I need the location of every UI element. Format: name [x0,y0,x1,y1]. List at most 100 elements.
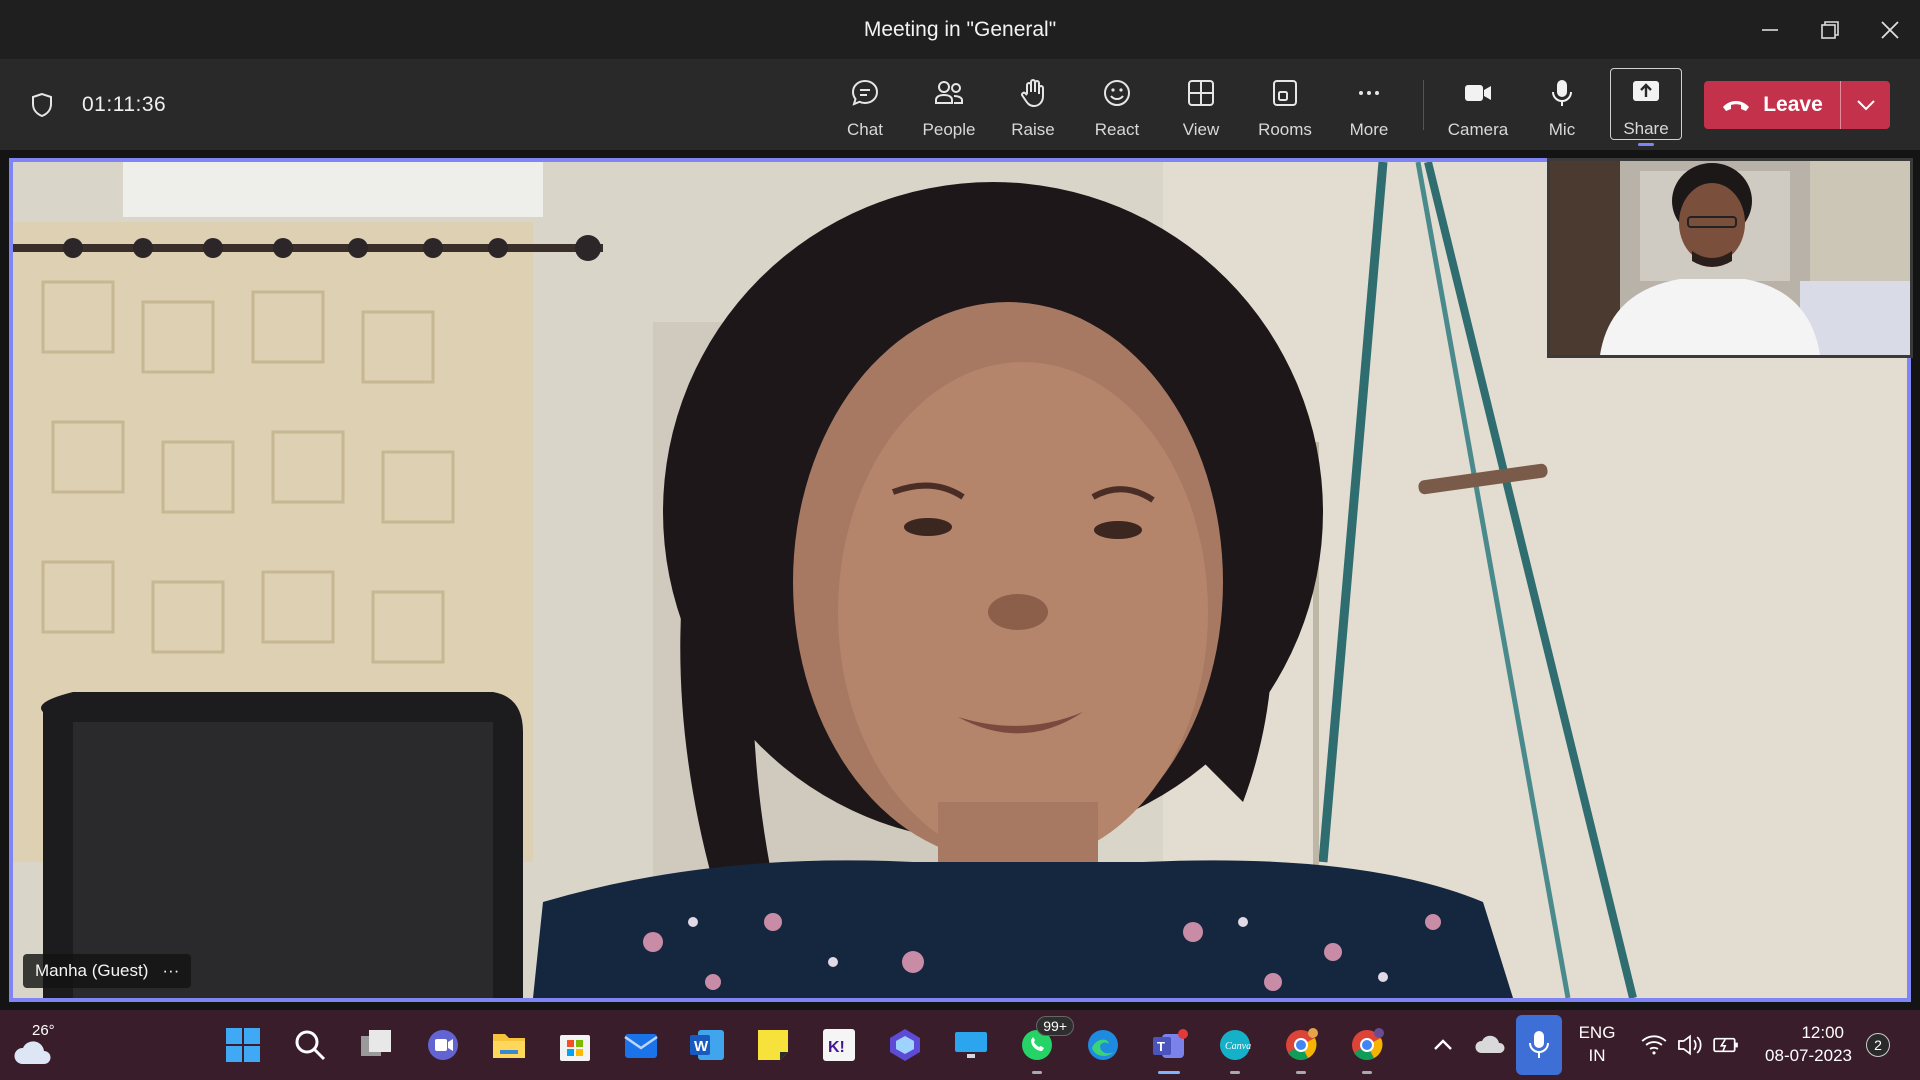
taskbar-edge[interactable] [1080,1022,1126,1068]
search-icon [295,1030,326,1061]
taskbar-power-automate[interactable] [882,1022,928,1068]
chat-button[interactable]: Chat [827,70,903,144]
participant-more-icon[interactable]: ··· [162,961,179,981]
mic-icon [1552,80,1572,106]
close-button[interactable] [1860,0,1920,60]
word-icon: W [690,1030,724,1060]
minimize-button[interactable] [1740,0,1800,60]
view-label: View [1182,120,1220,139]
leave-options-dropdown[interactable] [1841,81,1890,129]
taskbar-canva[interactable]: Canva [1212,1022,1258,1074]
leave-button[interactable]: Leave [1704,81,1840,129]
onedrive-tray[interactable] [1468,1022,1514,1068]
chevron-down-icon [1856,100,1875,111]
raise-hand-icon [1021,79,1044,108]
taskbar-teams-chat[interactable] [420,1022,466,1068]
more-button[interactable]: More [1331,70,1407,144]
weather-temperature: 26° [32,1022,55,1039]
quick-settings-tray[interactable] [1630,1022,1750,1068]
taskbar-start-button[interactable] [220,1022,266,1068]
taskbar-chrome-profile-1[interactable] [1278,1022,1324,1074]
language-region: IN [1588,1046,1606,1065]
running-indicator [1362,1071,1372,1074]
svg-text:K!: K! [828,1039,845,1056]
more-label: More [1349,120,1389,139]
canva-icon: Canva [1220,1030,1251,1060]
share-button[interactable]: Share [1610,68,1682,140]
weather-widget[interactable]: 26° [12,1022,66,1068]
toolbar-divider [1423,80,1424,130]
monitor-icon [955,1032,987,1058]
mail-icon [624,1034,658,1058]
camera-button[interactable]: Camera [1440,70,1516,144]
taskbar-remote-desktop[interactable] [948,1022,994,1068]
sticky-notes-icon [758,1030,788,1060]
taskbar-sticky-notes[interactable] [750,1022,796,1068]
whatsapp-unread-badge: 99+ [1036,1016,1074,1036]
mic-label: Mic [1548,120,1576,139]
clock-date: 08-07-2023 [1765,1046,1852,1065]
notification-center-badge[interactable]: 2 [1866,1033,1890,1057]
battery-charging-icon [1713,1037,1738,1053]
share-label: Share [1623,119,1669,138]
participant-name: Manha (Guest) [35,961,149,980]
taskbar-search-button[interactable] [287,1022,333,1068]
raise-hand-button[interactable]: Raise [995,70,1071,144]
running-indicator [1296,1071,1306,1074]
restore-icon [1821,21,1839,39]
rooms-button[interactable]: Rooms [1247,70,1323,144]
chat-icon [851,79,879,106]
taskbar-file-explorer[interactable] [486,1022,532,1068]
meeting-toolbar: 01:11:36 Chat People Raise React View Ro… [0,60,1920,150]
active-app-indicator [1158,1071,1180,1074]
edge-icon [1088,1030,1118,1060]
clock-time: 12:00 [1801,1023,1844,1042]
taskbar-word[interactable]: W [684,1022,730,1068]
people-icon [935,81,963,104]
taskbar-kahoot[interactable]: K! [816,1022,862,1068]
task-view-icon [361,1030,391,1056]
teams-icon: T [1153,1029,1188,1058]
kahoot-icon: K! [823,1029,855,1061]
mic-in-use-tray[interactable] [1516,1015,1562,1075]
rooms-label: Rooms [1258,120,1312,139]
language-indicator[interactable]: ENG IN [1572,1023,1622,1066]
microphone-icon [1529,1031,1549,1058]
window-title: Meeting in "General" [863,18,1057,41]
running-indicator [1032,1071,1042,1074]
windows-logo-icon [226,1028,260,1062]
clock[interactable]: 12:00 08-07-2023 [1752,1023,1852,1066]
taskbar-whatsapp[interactable]: 99+ [1014,1016,1074,1074]
self-video-feed [1550,161,1910,355]
view-grid-icon [1188,80,1214,106]
people-button[interactable]: People [911,70,987,144]
react-button[interactable]: React [1079,70,1155,144]
show-hidden-icons-button[interactable] [1420,1022,1466,1068]
title-bar: Meeting in "General" [0,0,1920,60]
taskbar-mail[interactable] [618,1022,664,1068]
svg-text:T: T [1157,1039,1165,1054]
leave-button-group: Leave [1704,81,1890,129]
view-button[interactable]: View [1163,70,1239,144]
chat-label: Chat [847,120,883,139]
windows-taskbar: 26° W K! 99+ T Canva ENG IN 12:00 08-07-… [0,1010,1920,1080]
taskbar-task-view[interactable] [353,1022,399,1068]
share-icon [1633,81,1659,101]
phone-hangup-icon [1723,101,1750,111]
share-active-indicator [1638,143,1654,146]
self-view-tile[interactable] [1547,158,1913,358]
restore-button[interactable] [1800,0,1860,60]
minimize-icon [1762,29,1778,31]
shield-icon[interactable] [28,91,56,119]
participant-name-badge[interactable]: Manha (Guest) ··· [23,954,192,988]
taskbar-teams[interactable]: T [1146,1022,1192,1074]
rooms-icon [1273,80,1297,106]
svg-text:Canva: Canva [1225,1041,1251,1052]
chrome-icon [1286,1028,1318,1060]
taskbar-chrome-profile-2[interactable] [1344,1022,1390,1074]
chevron-up-icon [1434,1039,1452,1050]
store-icon [560,1035,590,1061]
leave-label: Leave [1763,93,1823,116]
mic-button[interactable]: Mic [1524,70,1600,144]
taskbar-microsoft-store[interactable] [552,1022,598,1068]
